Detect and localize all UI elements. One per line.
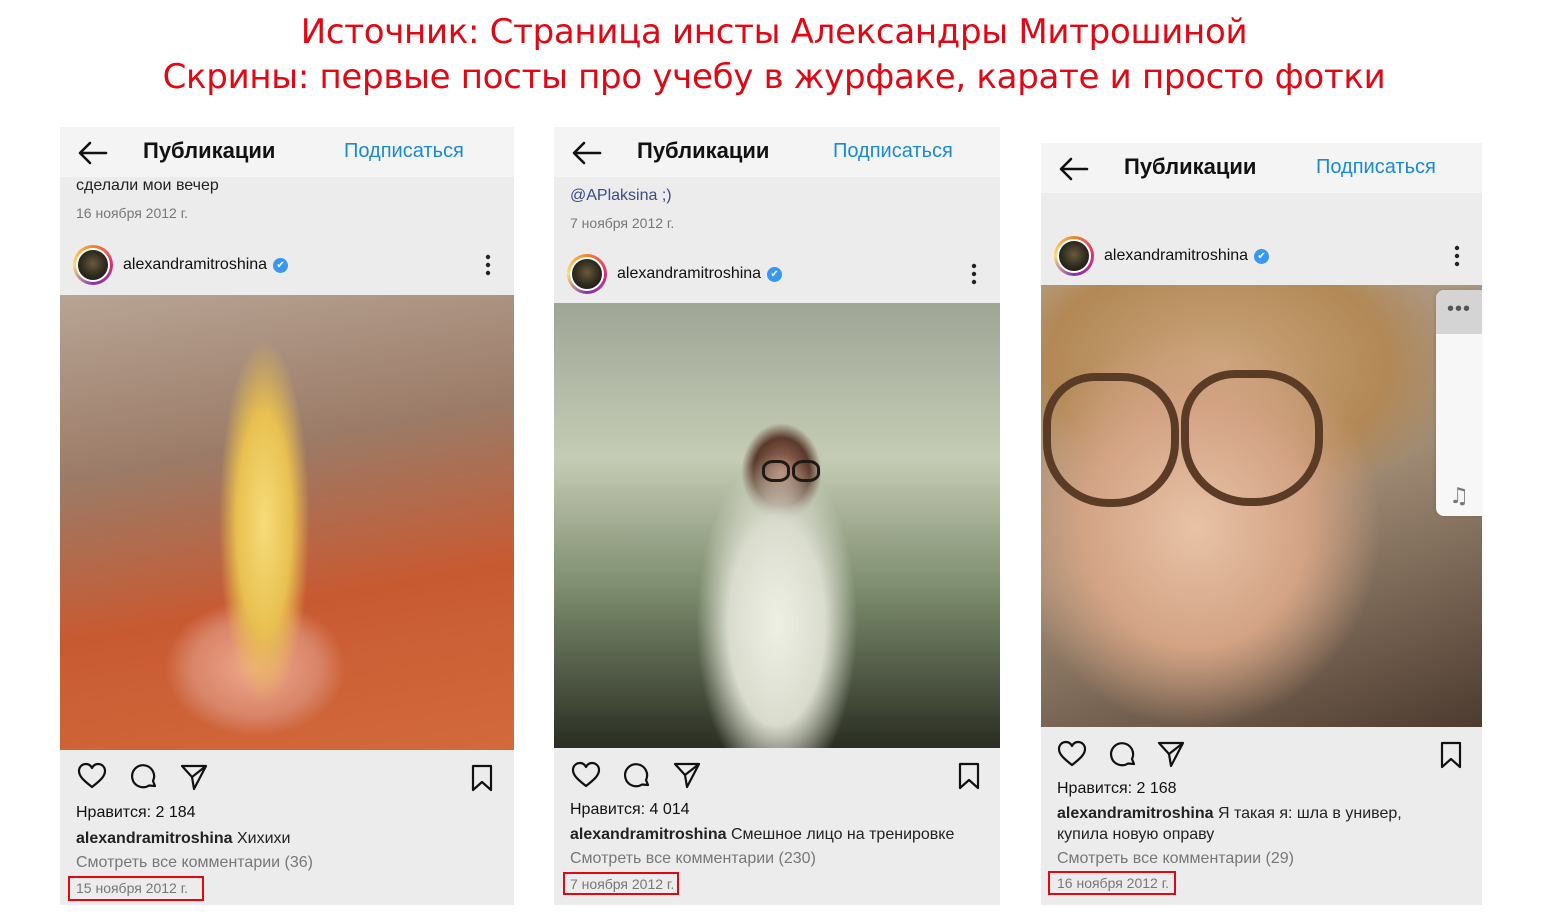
- previous-post-date: 16 ноября 2012 г.: [76, 205, 188, 221]
- view-comments-link[interactable]: Смотреть все комментарии (36): [76, 854, 313, 872]
- more-icon[interactable]: •••: [1436, 298, 1482, 321]
- subscribe-button[interactable]: Подписаться: [344, 140, 464, 163]
- post-screenshot-3: Публикации Подписаться alexandramitroshi…: [1041, 143, 1482, 905]
- comment-icon[interactable]: [1108, 740, 1138, 770]
- page-title: Публикации: [1124, 154, 1257, 179]
- previous-post-date: 7 ноября 2012 г.: [570, 215, 675, 231]
- post-username[interactable]: alexandramitroshina ✔: [123, 256, 289, 274]
- side-panel[interactable]: ••• ♫: [1436, 290, 1482, 516]
- previous-post-caption: сделали мои вечер: [76, 177, 219, 194]
- more-options-icon[interactable]: [1454, 245, 1460, 267]
- page-title: Публикации: [637, 138, 770, 163]
- comment-icon[interactable]: [129, 762, 159, 792]
- post-photo[interactable]: [554, 303, 1000, 748]
- post-caption: alexandramitroshina Смешное лицо на трен…: [570, 824, 984, 845]
- caption-text: Смешное лицо на тренировке: [730, 826, 955, 843]
- previous-post-caption[interactable]: @APlaksina ;): [570, 187, 672, 205]
- verified-icon: ✔: [767, 267, 783, 282]
- glasses-detail: [762, 460, 820, 482]
- verified-icon: ✔: [273, 258, 289, 273]
- back-arrow-icon[interactable]: [76, 140, 110, 166]
- share-icon[interactable]: [179, 762, 209, 792]
- comment-icon[interactable]: [622, 761, 652, 791]
- top-bar: Публикации Подписаться: [1041, 143, 1482, 193]
- more-options-icon[interactable]: [485, 254, 491, 276]
- view-comments-link[interactable]: Смотреть все комментарии (230): [570, 850, 816, 868]
- caption-text: Хихихи: [236, 830, 291, 847]
- avatar[interactable]: [73, 245, 113, 285]
- back-arrow-icon[interactable]: [1057, 156, 1091, 182]
- post-caption: alexandramitroshina Хихихи: [76, 828, 498, 849]
- music-icon[interactable]: ♫: [1436, 484, 1482, 509]
- view-comments-link[interactable]: Смотреть все комментарии (29): [1057, 850, 1294, 868]
- like-heart-icon[interactable]: [571, 760, 601, 790]
- top-bar: Публикации Подписаться: [60, 127, 514, 177]
- share-icon[interactable]: [1156, 739, 1186, 769]
- bookmark-icon[interactable]: [1436, 740, 1466, 770]
- post-caption: alexandramitroshina Я такая я: шла в уни…: [1057, 803, 1442, 845]
- like-heart-icon[interactable]: [1057, 739, 1087, 769]
- post-username[interactable]: alexandramitroshina ✔: [617, 265, 783, 283]
- avatar[interactable]: [567, 254, 607, 294]
- likes-count[interactable]: Нравится: 2 184: [76, 804, 196, 822]
- bookmark-icon[interactable]: [467, 763, 497, 793]
- post-screenshot-1: Публикации Подписаться сделали мои вечер…: [60, 127, 514, 905]
- share-icon[interactable]: [672, 760, 702, 790]
- bookmark-icon[interactable]: [954, 761, 984, 791]
- caption-username[interactable]: alexandramitroshina: [76, 830, 233, 847]
- page-title: Публикации: [143, 138, 276, 163]
- post-screenshot-2: Публикации Подписаться @APlaksina ;) 7 н…: [554, 127, 1000, 905]
- highlight-date-box: [563, 872, 679, 895]
- caption-username[interactable]: alexandramitroshina: [1057, 805, 1214, 822]
- more-options-icon[interactable]: [971, 263, 977, 285]
- avatar[interactable]: [1054, 236, 1094, 276]
- highlight-date-box: [68, 876, 204, 901]
- post-username[interactable]: alexandramitroshina ✔: [1104, 247, 1270, 265]
- subscribe-button[interactable]: Подписаться: [1316, 156, 1436, 179]
- post-photo[interactable]: [1041, 285, 1482, 727]
- like-heart-icon[interactable]: [77, 761, 107, 791]
- back-arrow-icon[interactable]: [570, 140, 604, 166]
- headline-screens: Скрины: первые посты про учебу в журфаке…: [162, 57, 1386, 97]
- likes-count[interactable]: Нравится: 4 014: [570, 801, 690, 819]
- likes-count[interactable]: Нравится: 2 168: [1057, 780, 1177, 798]
- highlight-date-box: [1048, 871, 1176, 895]
- glasses-detail: [1043, 373, 1179, 507]
- caption-username[interactable]: alexandramitroshina: [570, 826, 727, 843]
- top-bar: Публикации Подписаться: [554, 127, 1000, 177]
- post-photo[interactable]: [60, 295, 514, 750]
- headline-source: Источник: Страница инсты Александры Митр…: [300, 12, 1248, 52]
- subscribe-button[interactable]: Подписаться: [833, 140, 953, 163]
- verified-icon: ✔: [1254, 249, 1270, 264]
